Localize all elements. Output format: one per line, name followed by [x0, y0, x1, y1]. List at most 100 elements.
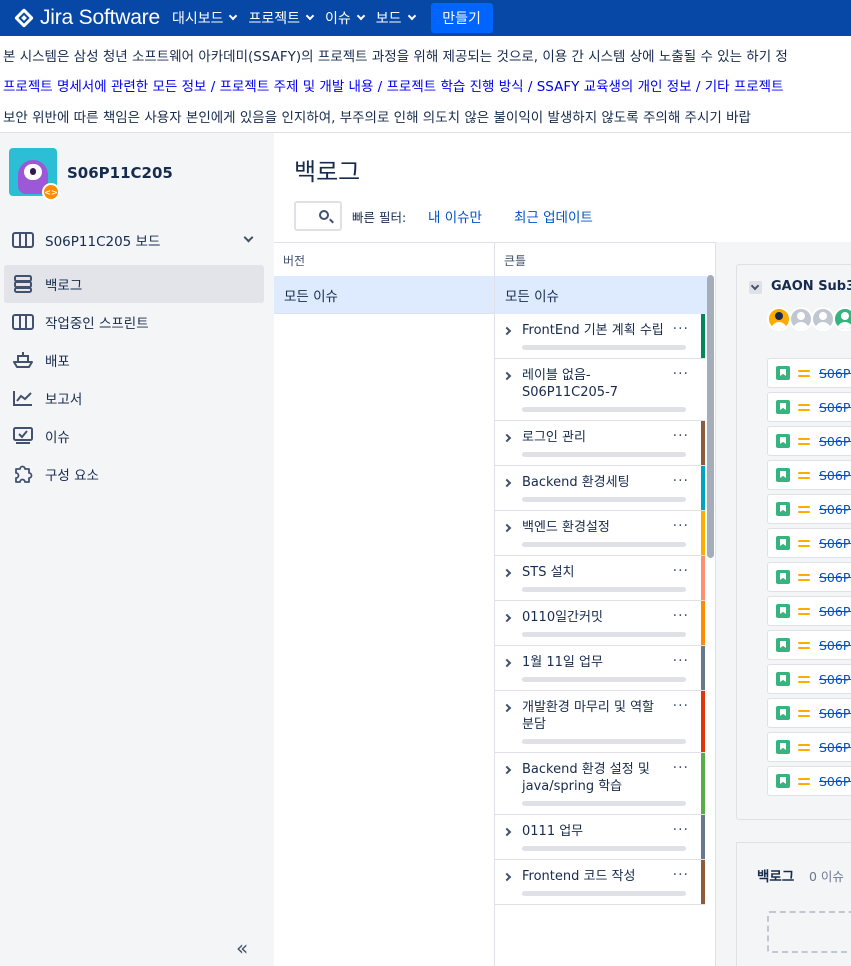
jira-logo[interactable]: Jira Software — [14, 0, 160, 36]
reports-chart-icon — [12, 387, 34, 409]
issue-key[interactable]: S06P1 — [819, 570, 851, 585]
sprint-issue-row[interactable]: S06P1 — [767, 358, 851, 388]
epic-item[interactable]: 레이블 없음- S06P11C205-7 ··· — [495, 359, 705, 421]
more-options-icon[interactable]: ··· — [673, 563, 689, 579]
quick-filter-recently-updated[interactable]: 최근 업데이트 — [514, 206, 593, 226]
epic-item[interactable]: STS 설치 ··· — [495, 556, 705, 601]
sprint-issue-row[interactable]: S06P1 — [767, 460, 851, 490]
nav-issues[interactable]: 이슈 — [325, 8, 366, 28]
sprint-issue-row[interactable]: S06P1 — [767, 732, 851, 762]
issue-key[interactable]: S06P1 — [819, 502, 851, 517]
more-options-icon[interactable]: ··· — [673, 760, 689, 776]
epic-item[interactable]: 개발환경 마무리 및 역할 분담 ··· — [495, 691, 705, 753]
epic-item[interactable]: 1월 11일 업무 ··· — [495, 646, 705, 691]
announcement-banner: 본 시스템은 삼성 청년 소프트웨어 아카데미(SSAFY)의 프로젝트 과정을… — [0, 36, 851, 133]
sprint-issue-row[interactable]: S06P1 — [767, 698, 851, 728]
nav-projects[interactable]: 프로젝트 — [248, 8, 315, 28]
epic-item[interactable]: Backend 환경 설정 및 java/spring 학습 ··· — [495, 753, 705, 815]
epic-item[interactable]: Frontend 코드 작성 ··· — [495, 860, 705, 905]
more-options-icon[interactable]: ··· — [673, 366, 689, 382]
epic-color-stripe — [701, 815, 705, 859]
sidebar-item-active-sprint[interactable]: 작업중인 스프린트 — [4, 303, 264, 341]
issue-key[interactable]: S06P1 — [819, 740, 851, 755]
collapse-sidebar-button[interactable]: « — [236, 936, 248, 960]
issue-key[interactable]: S06P1 — [819, 366, 851, 381]
epic-progress-bar — [522, 452, 686, 457]
sidebar-item-issues[interactable]: 이슈 — [4, 417, 264, 455]
sprint-issue-row[interactable]: S06P1 — [767, 426, 851, 456]
sprint-issue-row[interactable]: S06P1 — [767, 562, 851, 592]
sprint-issue-row[interactable]: S06P1 — [767, 528, 851, 558]
priority-medium-icon — [798, 742, 810, 752]
sprint-name[interactable]: GAON Sub3 — [771, 279, 851, 294]
sprint-issue-row[interactable]: S06P1 — [767, 630, 851, 660]
epic-progress-bar — [522, 587, 686, 592]
priority-medium-icon — [798, 776, 810, 786]
jira-diamond-icon — [14, 8, 34, 28]
more-options-icon[interactable]: ··· — [673, 428, 689, 444]
backlog-drop-zone[interactable] — [767, 911, 851, 953]
epic-color-stripe — [701, 359, 705, 420]
sprint-collapse-toggle-icon[interactable] — [749, 281, 762, 294]
sidebar-item-backlog[interactable]: 백로그 — [4, 265, 264, 303]
nav-projects-label: 프로젝트 — [248, 11, 301, 27]
epic-progress-bar — [522, 677, 686, 682]
more-options-icon[interactable]: ··· — [673, 653, 689, 669]
create-button[interactable]: 만들기 — [430, 3, 493, 33]
avatar[interactable] — [833, 307, 851, 331]
sprint-issue-row[interactable]: S06P1 — [767, 596, 851, 626]
avatar[interactable] — [767, 307, 791, 331]
epic-color-stripe — [701, 691, 705, 752]
epic-item[interactable]: FrontEnd 기본 계획 수립 ··· — [495, 314, 705, 359]
search-input[interactable] — [294, 201, 342, 231]
more-options-icon[interactable]: ··· — [673, 321, 689, 337]
sidebar-item-releases[interactable]: 배포 — [4, 341, 264, 379]
issue-key[interactable]: S06P1 — [819, 536, 851, 551]
priority-medium-icon — [798, 436, 810, 446]
issue-key[interactable]: S06P1 — [819, 672, 851, 687]
epic-item[interactable]: 로그인 관리 ··· — [495, 421, 705, 466]
sprint-issue-row[interactable]: S06P1 — [767, 392, 851, 422]
epics-header: 큰틀 — [504, 254, 527, 268]
project-name[interactable]: S06P11C205 — [67, 164, 173, 182]
sprint-assignee-avatars — [767, 307, 851, 331]
issue-key[interactable]: S06P1 — [819, 604, 851, 619]
issue-key[interactable]: S06P1 — [819, 434, 851, 449]
sidebar-item-reports[interactable]: 보고서 — [4, 379, 264, 417]
quick-filter-my-issues[interactable]: 내 이슈만 — [428, 206, 482, 226]
more-options-icon[interactable]: ··· — [673, 822, 689, 838]
more-options-icon[interactable]: ··· — [673, 473, 689, 489]
sprint-issue-row[interactable]: S06P1 — [767, 664, 851, 694]
nav-boards-label: 보드 — [375, 11, 402, 27]
epic-item[interactable]: 0111 업무 ··· — [495, 815, 705, 860]
epics-scrollbar[interactable] — [707, 275, 714, 558]
versions-all-issues[interactable]: 모든 이슈 — [274, 276, 494, 314]
nav-dashboards[interactable]: 대시보드 — [172, 8, 238, 28]
avatar[interactable] — [811, 307, 835, 331]
epics-all-issues[interactable]: 모든 이슈 — [495, 276, 707, 314]
epic-item[interactable]: 백엔드 환경설정 ··· — [495, 511, 705, 556]
sidebar-item-components[interactable]: 구성 요소 — [4, 455, 264, 493]
issue-key[interactable]: S06P1 — [819, 400, 851, 415]
sprint-issue-row[interactable]: S06P1 — [767, 766, 851, 796]
versions-panel: 버전 모든 이슈 — [274, 242, 495, 966]
more-options-icon[interactable]: ··· — [673, 698, 689, 714]
banner-link-line[interactable]: 프로젝트 명세서에 관련한 모든 정보 / 프로젝트 주제 및 개발 내용 / … — [3, 75, 851, 95]
sprint-issue-row[interactable]: S06P1 — [767, 494, 851, 524]
issue-key[interactable]: S06P1 — [819, 706, 851, 721]
issue-key[interactable]: S06P1 — [819, 468, 851, 483]
avatar[interactable] — [789, 307, 813, 331]
nav-boards[interactable]: 보드 — [375, 8, 416, 28]
banner-line: 본 시스템은 삼성 청년 소프트웨어 아카데미(SSAFY)의 프로젝트 과정을… — [3, 49, 788, 65]
board-switcher[interactable]: S06P11C205 보드 — [12, 229, 260, 251]
priority-medium-icon — [798, 572, 810, 582]
more-options-icon[interactable]: ··· — [673, 518, 689, 534]
issue-key[interactable]: S06P1 — [819, 638, 851, 653]
more-options-icon[interactable]: ··· — [673, 608, 689, 624]
issue-key[interactable]: S06P1 — [819, 774, 851, 789]
epic-item[interactable]: 0110일간커밋 ··· — [495, 601, 705, 646]
story-icon — [776, 740, 790, 754]
more-options-icon[interactable]: ··· — [673, 867, 689, 883]
epic-color-stripe — [701, 556, 705, 600]
epic-item[interactable]: Backend 환경세팅 ··· — [495, 466, 705, 511]
